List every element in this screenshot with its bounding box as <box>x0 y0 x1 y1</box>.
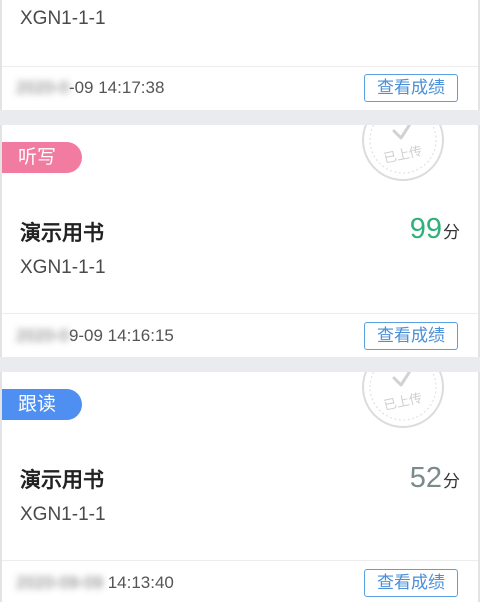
check-stamp-icon: 已上传 <box>362 125 444 181</box>
record-time: 2020-09-09 14:13:40 <box>16 573 174 593</box>
time-blurred: 2020-0 <box>16 326 69 345</box>
score-value: 52 <box>409 462 442 494</box>
unit-code: XGN1-1-1 <box>20 8 106 29</box>
unit-code: XGN1-1-1 <box>20 504 106 525</box>
unit-code: XGN1-1-1 <box>20 257 106 278</box>
view-score-button[interactable]: 查看成绩 <box>364 569 458 597</box>
time-text: 14:13:40 <box>102 573 174 592</box>
divider <box>2 66 478 67</box>
record-time: 2020-09-09 14:16:15 <box>16 326 174 346</box>
book-title: 演示用书 <box>20 222 104 245</box>
view-score-button[interactable]: 查看成绩 <box>364 74 458 102</box>
score-value: 99 <box>409 213 442 245</box>
record-card: XGN1-1-1 2020-0-09 14:17:38 查看成绩 <box>0 0 480 110</box>
type-tag: 听写 <box>2 142 82 173</box>
score: 52分 <box>410 462 460 495</box>
view-score-button[interactable]: 查看成绩 <box>364 322 458 350</box>
stamp-text: 已上传 <box>382 391 423 414</box>
record-time: 2020-0-09 14:17:38 <box>16 78 164 98</box>
time-blurred: 2020-0 <box>16 78 69 97</box>
divider <box>2 313 478 314</box>
record-card: 已上传 跟读 演示用书 52分 XGN1-1-1 2020-09-09 14:1… <box>0 372 480 602</box>
record-card: 已上传 听写 演示用书 99分 XGN1-1-1 2020-09-09 14:1… <box>0 125 480 357</box>
book-title: 演示用书 <box>20 469 104 492</box>
score-unit: 分 <box>443 223 460 242</box>
time-text: 9-09 14:16:15 <box>68 326 174 345</box>
stamp-text: 已上传 <box>382 144 423 167</box>
type-tag: 跟读 <box>2 389 82 420</box>
score-unit: 分 <box>443 472 460 491</box>
check-stamp-icon: 已上传 <box>362 372 444 428</box>
time-blurred: 2020-09-09 <box>16 573 103 592</box>
score: 99分 <box>410 213 460 246</box>
divider <box>2 560 478 561</box>
time-text: -09 14:17:38 <box>68 78 165 97</box>
